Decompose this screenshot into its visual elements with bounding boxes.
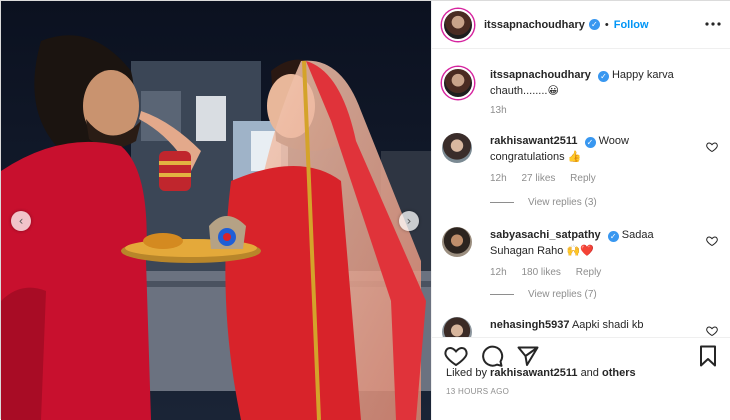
- comment-like-heart-icon[interactable]: [706, 235, 718, 247]
- comment-item: sabyasachi_satpathy ✓ Sadaa Suhagan Raho…: [442, 227, 722, 307]
- commenter-avatar[interactable]: [442, 227, 472, 257]
- reply-button[interactable]: Reply: [576, 267, 602, 278]
- liked-by-others[interactable]: others: [602, 367, 636, 379]
- chevron-right-icon: ›: [406, 214, 412, 228]
- caption-meta: 13h: [490, 105, 519, 116]
- caption-author-avatar[interactable]: [442, 67, 474, 99]
- paper-plane-icon[interactable]: [516, 344, 540, 368]
- comments-list[interactable]: itssapnachoudhary ✓ Happy karva chauth..…: [432, 49, 730, 337]
- caption-username[interactable]: itssapnachoudhary: [490, 69, 591, 81]
- comment-username[interactable]: nehasingh5937: [490, 319, 569, 331]
- author-username[interactable]: itssapnachoudhary: [484, 19, 585, 31]
- post-header: itssapnachoudhary ✓ • Follow: [432, 1, 730, 49]
- replies-divider: [490, 202, 514, 203]
- instagram-post-embed: ‹ › itssapnachoudhary ✓ • Follow itssapn…: [0, 0, 730, 420]
- follow-button[interactable]: Follow: [614, 19, 649, 31]
- comment-likes[interactable]: 27 likes: [521, 173, 555, 184]
- reply-button[interactable]: Reply: [570, 173, 596, 184]
- bookmark-icon[interactable]: [696, 344, 720, 368]
- caption: itssapnachoudhary ✓ Happy karva chauth..…: [442, 67, 722, 127]
- caption-body: itssapnachoudhary ✓ Happy karva chauth..…: [490, 67, 695, 99]
- comment-body: rakhisawant2511 ✓ Woow congratulations 👍: [490, 133, 695, 165]
- photo-illustration: [1, 1, 431, 420]
- liked-by-joiner: and: [580, 367, 599, 379]
- comment-likes[interactable]: 180 likes: [521, 267, 560, 278]
- view-replies-label[interactable]: View replies (7): [528, 289, 597, 300]
- caption-age[interactable]: 13h: [490, 105, 507, 116]
- verified-badge-icon: ✓: [584, 137, 596, 148]
- verified-badge-icon: ✓: [597, 71, 609, 82]
- comment-item: nehasingh5937 Aapki shadi kb: [442, 317, 722, 337]
- verified-badge-icon: ✓: [607, 231, 619, 242]
- view-replies-label[interactable]: View replies (3): [528, 197, 597, 208]
- comment-meta: 12h 180 likes Reply: [490, 267, 613, 278]
- chevron-left-icon: ‹: [18, 214, 24, 228]
- author-avatar[interactable]: [442, 8, 474, 41]
- liked-by-user[interactable]: rakhisawant2511: [490, 367, 577, 379]
- liked-by-line: Liked by rakhisawant2511 and others: [446, 367, 636, 379]
- commenter-avatar[interactable]: [442, 317, 472, 337]
- comment-body: sabyasachi_satpathy ✓ Sadaa Suhagan Raho…: [490, 227, 695, 259]
- comment-username[interactable]: sabyasachi_satpathy: [490, 229, 601, 241]
- ellipsis-icon[interactable]: [704, 15, 722, 33]
- speech-bubble-icon[interactable]: [480, 344, 504, 368]
- post-side-panel: itssapnachoudhary ✓ • Follow itssapnacho…: [431, 1, 730, 420]
- liked-by-prefix: Liked by: [446, 367, 487, 379]
- comment-like-heart-icon[interactable]: [706, 141, 718, 153]
- comment-like-heart-icon[interactable]: [706, 325, 718, 337]
- heart-outline-icon[interactable]: [444, 344, 468, 368]
- comment-text: Aapki shadi kb: [571, 319, 644, 331]
- view-replies[interactable]: View replies (3): [490, 197, 597, 208]
- post-timestamp[interactable]: 13 HOURS AGO: [446, 387, 509, 396]
- comment-age[interactable]: 12h: [490, 267, 507, 278]
- post-photo[interactable]: ‹ ›: [1, 1, 431, 420]
- comment-age[interactable]: 12h: [490, 173, 507, 184]
- view-replies[interactable]: View replies (7): [490, 289, 597, 300]
- comment-username[interactable]: rakhisawant2511: [490, 135, 577, 147]
- comment-item: rakhisawant2511 ✓ Woow congratulations 👍…: [442, 133, 722, 213]
- commenter-avatar[interactable]: [442, 133, 472, 163]
- carousel-prev-button[interactable]: ‹: [11, 211, 31, 231]
- action-bar: [432, 337, 730, 367]
- comment-body: nehasingh5937 Aapki shadi kb: [490, 317, 695, 333]
- header-separator: •: [604, 18, 609, 31]
- comment-meta: 12h 27 likes Reply: [490, 173, 608, 184]
- replies-divider: [490, 294, 514, 295]
- verified-badge-icon: ✓: [588, 19, 600, 30]
- carousel-next-button[interactable]: ›: [399, 211, 419, 231]
